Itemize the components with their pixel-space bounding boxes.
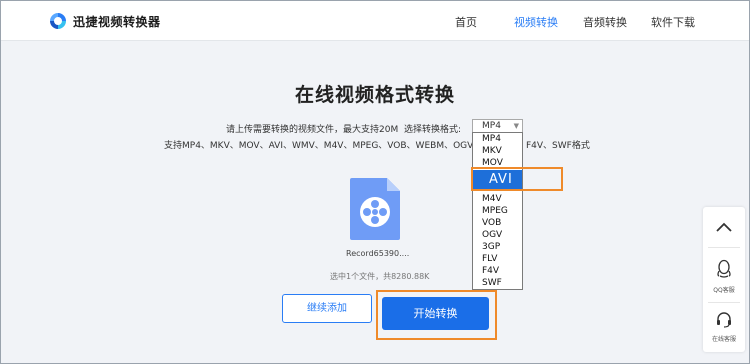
qq-icon	[716, 259, 732, 283]
start-highlight-box	[376, 290, 497, 340]
format-select-value: MP4	[482, 121, 501, 131]
file-name: Record65390....	[346, 249, 410, 258]
logo-text: 迅捷视频转换器	[73, 14, 161, 29]
online-support-button[interactable]: 在线客服	[703, 310, 745, 343]
nav-home[interactable]: 首页	[455, 14, 477, 30]
avi-highlight-box	[471, 167, 563, 191]
format-option-swf[interactable]: SWF	[473, 278, 522, 289]
top-header: 迅捷视频转换器 首页 视频转换 音频转换 软件下载	[1, 1, 749, 41]
add-more-button[interactable]: 继续添加	[282, 294, 372, 323]
qq-support-label: QQ客服	[713, 287, 735, 294]
logo[interactable]: 迅捷视频转换器	[49, 12, 161, 30]
format-option-ogv[interactable]: OGV	[473, 230, 522, 241]
upload-hint: 请上传需要转换的视频文件，最大支持20M	[226, 125, 399, 135]
scroll-top-button[interactable]	[703, 219, 745, 238]
format-option-vob[interactable]: VOB	[473, 218, 522, 229]
page-title: 在线视频格式转换	[294, 84, 455, 106]
format-option-mp4[interactable]: MP4	[473, 134, 522, 145]
supported-formats-text: 支持MP4、MKV、MOV、AVI、WMV、M4V、MPEG、VOB、WEBM、…	[164, 141, 483, 151]
video-file-icon	[349, 176, 402, 242]
chevron-up-icon	[715, 219, 733, 238]
chevron-down-icon: ▼	[513, 122, 519, 130]
format-option-3gp[interactable]: 3GP	[473, 242, 522, 253]
format-option-mpeg[interactable]: MPEG	[473, 206, 522, 217]
sidebar-divider	[708, 247, 740, 248]
format-dropdown-list: MP4 MKV MOV AVI M4V MPEG VOB OGV 3GP FLV…	[472, 132, 523, 290]
headset-icon	[715, 312, 733, 332]
nav-software-download[interactable]: 软件下载	[651, 14, 695, 30]
floating-sidebar: QQ客服 在线客服	[703, 207, 745, 352]
qq-support-button[interactable]: QQ客服	[703, 259, 745, 294]
file-summary: 选中1个文件，共8280.88K	[330, 272, 430, 281]
supported-formats-suffix: F4V、SWF格式	[526, 141, 590, 151]
online-support-label: 在线客服	[711, 336, 736, 343]
select-format-label: 选择转换格式:	[404, 125, 462, 135]
logo-icon	[49, 12, 67, 30]
sidebar-divider	[708, 302, 740, 303]
format-option-mkv[interactable]: MKV	[473, 146, 522, 157]
format-option-m4v[interactable]: M4V	[473, 194, 522, 205]
format-option-f4v[interactable]: F4V	[473, 266, 522, 277]
format-option-flv[interactable]: FLV	[473, 254, 522, 265]
nav-video-convert[interactable]: 视频转换	[514, 14, 558, 30]
format-select[interactable]: MP4 ▼	[472, 119, 523, 133]
nav-audio-convert[interactable]: 音频转换	[583, 14, 627, 30]
